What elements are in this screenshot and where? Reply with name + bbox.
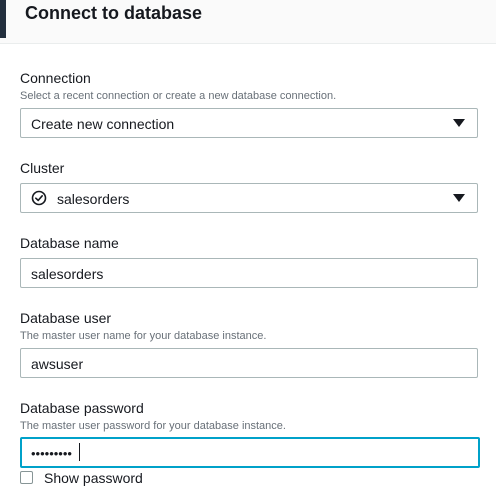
page-title: Connect to database: [25, 3, 203, 23]
text-cursor: [79, 443, 80, 461]
database-password-input[interactable]: •••••••••: [20, 437, 480, 468]
database-user-value: awsuser: [31, 356, 84, 372]
database-password-value: •••••••••: [31, 446, 72, 461]
check-circle-icon: [31, 190, 47, 206]
database-user-label: Database user: [20, 310, 112, 326]
connect-to-database-panel: Connect to database Connection Select a …: [0, 0, 496, 490]
database-password-label: Database password: [20, 400, 144, 416]
database-name-value: salesorders: [31, 266, 104, 282]
database-password-description: The master user password for your databa…: [20, 420, 286, 432]
connection-select-value: Create new connection: [31, 116, 175, 132]
show-password-checkbox[interactable]: [20, 471, 33, 484]
connection-select[interactable]: Create new connection: [20, 108, 478, 138]
database-name-label: Database name: [20, 235, 119, 251]
cluster-select[interactable]: salesorders: [20, 183, 478, 213]
panel-header: Connect to database: [0, 0, 496, 44]
database-user-input[interactable]: awsuser: [20, 348, 478, 378]
caret-down-icon: [453, 119, 465, 127]
connection-description: Select a recent connection or create a n…: [20, 90, 337, 102]
left-edge-bar: [0, 0, 6, 38]
database-user-description: The master user name for your database i…: [20, 330, 267, 342]
cluster-label: Cluster: [20, 160, 65, 176]
cluster-select-value: salesorders: [57, 191, 130, 207]
database-name-input[interactable]: salesorders: [20, 258, 478, 288]
connection-label: Connection: [20, 70, 91, 86]
show-password-label[interactable]: Show password: [44, 470, 143, 486]
caret-down-icon: [453, 194, 465, 202]
